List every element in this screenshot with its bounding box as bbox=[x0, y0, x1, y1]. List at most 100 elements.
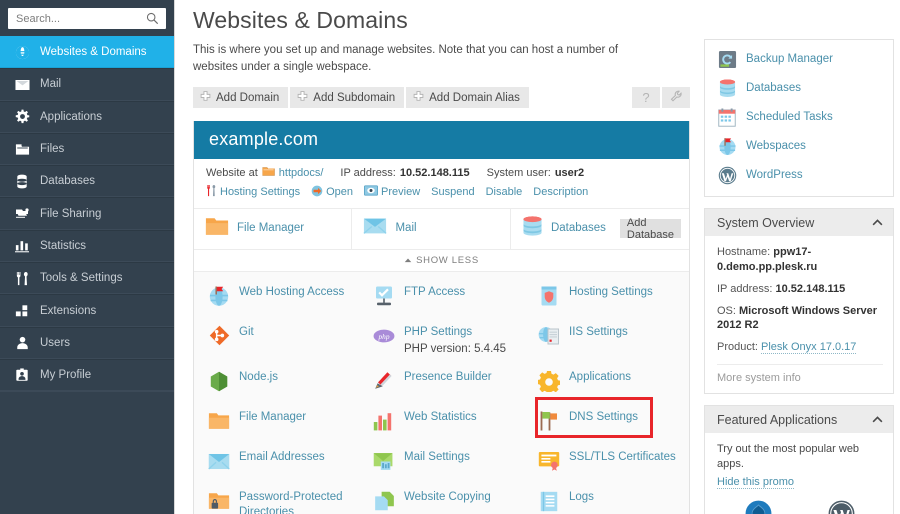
applications-link[interactable]: Applications bbox=[569, 371, 631, 383]
hosting-settings-action[interactable]: Hosting Settings bbox=[206, 185, 300, 200]
add-domain-alias-button[interactable]: Add Domain Alias bbox=[406, 87, 529, 108]
sidebar-item-label: Mail bbox=[40, 78, 61, 90]
feature-label: Applications bbox=[569, 370, 631, 384]
sidebar-item-label: File Sharing bbox=[40, 208, 101, 220]
sidebar-item-users[interactable]: Users bbox=[0, 327, 174, 359]
php-version-text: PHP version: 5.4.45 bbox=[404, 342, 506, 356]
sidebar-item-file-sharing[interactable]: File Sharing bbox=[0, 197, 174, 229]
help-button[interactable]: ? bbox=[632, 87, 660, 108]
sidebar-item-mail[interactable]: Mail bbox=[0, 68, 174, 100]
person-icon bbox=[14, 335, 30, 351]
file-sharing-icon bbox=[14, 206, 30, 222]
shortcut-scheduled-tasks[interactable]: Scheduled Tasks bbox=[717, 107, 883, 127]
git-link[interactable]: Git bbox=[239, 326, 254, 338]
feature-iis-settings[interactable]: IIS Settings bbox=[524, 318, 689, 364]
sidebar-item-extensions[interactable]: Extensions bbox=[0, 294, 174, 326]
databases-link[interactable]: Databases bbox=[746, 82, 801, 94]
sidebar-item-statistics[interactable]: Statistics bbox=[0, 230, 174, 262]
tab-mail[interactable]: Mail bbox=[352, 209, 510, 249]
add-subdomain-button[interactable]: Add Subdomain bbox=[290, 87, 404, 108]
feature-web-hosting-access[interactable]: Web Hosting Access bbox=[194, 278, 359, 318]
preview-action[interactable]: Preview bbox=[364, 185, 420, 199]
tab-databases[interactable]: Databases Add Database bbox=[511, 209, 689, 249]
shortcut-backup-manager[interactable]: Backup Manager bbox=[717, 49, 883, 69]
product-link[interactable]: Plesk Onyx 17.0.17 bbox=[761, 341, 856, 354]
hostname-label: Hostname: bbox=[717, 246, 770, 258]
system-overview-header[interactable]: System Overview bbox=[705, 209, 893, 236]
feature-php-settings[interactable]: php PHP Settings PHP version: 5.4.45 bbox=[359, 318, 524, 364]
chevron-up-icon[interactable] bbox=[872, 217, 883, 229]
tab-file-manager[interactable]: File Manager bbox=[194, 209, 352, 249]
shortcut-webspaces[interactable]: Webspaces bbox=[717, 136, 883, 156]
iis-settings-link[interactable]: IIS Settings bbox=[569, 326, 628, 338]
backup-manager-link[interactable]: Backup Manager bbox=[746, 53, 833, 65]
password-protected-directories-link[interactable]: Password-Protected Directories bbox=[239, 491, 343, 514]
open-arrow-icon bbox=[311, 185, 323, 200]
feature-git[interactable]: Git bbox=[194, 318, 359, 364]
web-statistics-link[interactable]: Web Statistics bbox=[404, 411, 477, 423]
featured-applications-header[interactable]: Featured Applications bbox=[705, 406, 893, 433]
domain-info-line: Website at httpdocs/ IP address: 10.52.1… bbox=[206, 166, 677, 180]
scheduled-tasks-link[interactable]: Scheduled Tasks bbox=[746, 111, 833, 123]
logs-link[interactable]: Logs bbox=[569, 491, 594, 503]
ftp-access-link[interactable]: FTP Access bbox=[404, 286, 465, 298]
webspaces-link[interactable]: Webspaces bbox=[746, 140, 806, 152]
feature-nodejs[interactable]: Node.js bbox=[194, 363, 359, 403]
feature-password-protected-directories[interactable]: Password-Protected Directories bbox=[194, 483, 359, 514]
more-system-info-link[interactable]: More system info bbox=[717, 372, 883, 384]
sidebar-item-my-profile[interactable]: My Profile bbox=[0, 359, 174, 391]
feature-email-addresses[interactable]: Email Addresses bbox=[194, 443, 359, 483]
shortcut-wordpress[interactable]: WordPress bbox=[717, 165, 883, 185]
mail-settings-link[interactable]: Mail Settings bbox=[404, 451, 470, 463]
app-item-drupal[interactable]: Drupal bbox=[717, 500, 800, 514]
file-manager-link[interactable]: File Manager bbox=[239, 411, 306, 423]
search-input[interactable] bbox=[9, 9, 165, 28]
feature-logs[interactable]: Logs bbox=[524, 483, 689, 514]
app-item-wordpress[interactable]: WordPress bbox=[800, 500, 883, 514]
email-addresses-link[interactable]: Email Addresses bbox=[239, 451, 325, 463]
wrench-icon bbox=[670, 90, 683, 106]
ip-label: IP address: bbox=[717, 283, 772, 295]
feature-presence-builder[interactable]: Presence Builder bbox=[359, 363, 524, 403]
hosting-settings-link[interactable]: Hosting Settings bbox=[569, 286, 653, 298]
system-overview-body: Hostname: ppw17-0.demo.pp.plesk.ru IP ad… bbox=[705, 236, 893, 393]
chevron-up-icon[interactable] bbox=[872, 414, 883, 426]
feature-ssl-certificates[interactable]: SSL/TLS Certificates bbox=[524, 443, 689, 483]
feature-applications[interactable]: Applications bbox=[524, 363, 689, 403]
domain-card-header[interactable]: example.com bbox=[194, 121, 689, 159]
ssl-certificates-link[interactable]: SSL/TLS Certificates bbox=[569, 451, 676, 463]
feature-file-manager[interactable]: File Manager bbox=[194, 403, 359, 443]
shortcut-databases[interactable]: Databases bbox=[717, 78, 883, 98]
wordpress-link[interactable]: WordPress bbox=[746, 169, 803, 181]
svg-text:php: php bbox=[378, 331, 390, 340]
feature-ftp-access[interactable]: FTP Access bbox=[359, 278, 524, 318]
dns-settings-link[interactable]: DNS Settings bbox=[569, 411, 638, 423]
feature-website-copying[interactable]: Website Copying bbox=[359, 483, 524, 514]
show-less-toggle[interactable]: SHOW LESS bbox=[194, 250, 689, 272]
feature-web-statistics[interactable]: Web Statistics bbox=[359, 403, 524, 443]
php-settings-link[interactable]: PHP Settings bbox=[404, 326, 472, 338]
feature-mail-settings[interactable]: Mail Settings bbox=[359, 443, 524, 483]
presence-builder-link[interactable]: Presence Builder bbox=[404, 371, 492, 383]
nodejs-link[interactable]: Node.js bbox=[239, 371, 278, 383]
httpdocs-link[interactable]: httpdocs/ bbox=[279, 167, 324, 179]
add-database-button[interactable]: Add Database bbox=[620, 219, 681, 238]
feature-dns-settings[interactable]: DNS Settings bbox=[524, 403, 689, 443]
description-action[interactable]: Description bbox=[533, 186, 588, 198]
sidebar-item-applications[interactable]: Applications bbox=[0, 101, 174, 133]
website-copying-link[interactable]: Website Copying bbox=[404, 491, 491, 503]
sidebar-item-websites-domains[interactable]: Websites & Domains bbox=[0, 36, 174, 68]
hide-promo-link[interactable]: Hide this promo bbox=[717, 476, 794, 489]
sidebar-item-tools-settings[interactable]: Tools & Settings bbox=[0, 262, 174, 294]
add-domain-button[interactable]: Add Domain bbox=[193, 87, 288, 108]
disable-action[interactable]: Disable bbox=[486, 186, 523, 198]
search-box[interactable] bbox=[8, 8, 166, 29]
open-action[interactable]: Open bbox=[311, 185, 353, 200]
certificate-icon bbox=[538, 450, 560, 472]
sidebar-item-databases[interactable]: Databases bbox=[0, 165, 174, 197]
sidebar-item-files[interactable]: Files bbox=[0, 133, 174, 165]
feature-hosting-settings[interactable]: Hosting Settings bbox=[524, 278, 689, 318]
web-hosting-access-link[interactable]: Web Hosting Access bbox=[239, 286, 344, 298]
suspend-action[interactable]: Suspend bbox=[431, 186, 474, 198]
settings-wrench-button[interactable] bbox=[662, 87, 690, 108]
